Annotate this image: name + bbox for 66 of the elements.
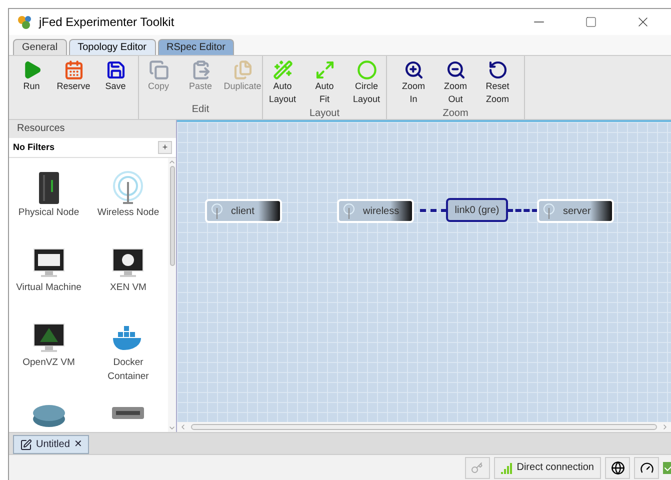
connection-button[interactable]: Direct connection <box>494 456 601 478</box>
filter-label: No Filters <box>13 140 56 154</box>
tab[interactable]: Topology Editor <box>68 39 156 55</box>
add-filter-button[interactable]: + <box>158 141 172 154</box>
magic-wand-icon <box>272 60 292 80</box>
resource-item[interactable]: XEN VM <box>93 281 164 295</box>
group-label: Edit <box>192 103 210 117</box>
node[interactable]: client <box>205 199 282 223</box>
node-label: server <box>563 204 591 218</box>
globe-button[interactable] <box>605 456 630 478</box>
app-logo-icon <box>17 14 33 30</box>
diagonal-arrows-icon <box>314 60 334 80</box>
check-icon <box>663 462 671 474</box>
panel-header: Resources <box>9 120 176 138</box>
resource-item[interactable]: OpenVZ VM <box>14 356 84 370</box>
tab-label: Untitled <box>36 438 70 452</box>
antenna-icon <box>343 203 355 219</box>
window-title: jFed Experimenter Toolkit <box>39 14 174 31</box>
zoom-in-icon <box>404 60 424 80</box>
tab[interactable]: RSpec Editor <box>158 39 234 55</box>
node-label: wireless <box>363 204 400 218</box>
node[interactable]: server <box>537 199 614 223</box>
calendar-icon <box>64 60 84 80</box>
toolbar-button[interactable]: Save <box>96 60 134 93</box>
resource-item[interactable]: Docker Container <box>93 356 164 384</box>
node[interactable]: wireless <box>337 199 414 223</box>
toolbar-button[interactable]: Zoom Out <box>436 60 474 106</box>
group-label: Layout <box>309 107 340 121</box>
paste-icon <box>190 60 210 80</box>
toolbar-button[interactable]: Zoom In <box>394 60 432 106</box>
switch-icon <box>110 407 146 419</box>
gauge-icon <box>640 460 654 474</box>
toolbar-button[interactable]: Auto Fit <box>306 60 344 106</box>
key-icon <box>471 462 484 474</box>
circle-icon <box>356 60 376 80</box>
scroll-up-icon[interactable] <box>168 158 176 166</box>
tab-close[interactable]: ✕ <box>74 437 82 452</box>
maximize-icon[interactable] <box>585 16 597 28</box>
vertical-scrollbar[interactable] <box>168 158 176 432</box>
group-label: Zoom <box>442 107 468 121</box>
antenna-icon <box>211 203 223 219</box>
resource-item[interactable]: Physical Node <box>14 206 84 220</box>
toolbar-button[interactable]: Circle Layout <box>348 60 386 106</box>
toolbar-button[interactable]: Run <box>12 60 50 93</box>
scroll-left-icon[interactable] <box>179 423 187 431</box>
document-tab[interactable]: Untitled ✕ <box>13 435 89 454</box>
tab[interactable]: General <box>13 39 67 55</box>
gauge-button[interactable] <box>634 456 659 478</box>
toolbar-button[interactable]: Reserve <box>54 60 92 93</box>
copy-icon <box>148 60 168 80</box>
scroll-right-icon[interactable] <box>661 423 669 431</box>
node-label: client <box>231 204 254 218</box>
scroll-down-icon[interactable] <box>168 424 176 432</box>
antenna-icon <box>543 203 555 219</box>
link-node[interactable]: link0 (gre) <box>446 198 508 222</box>
toolbar-button[interactable]: Reset Zoom <box>478 60 516 106</box>
toolbar-button[interactable]: Auto Layout <box>264 60 302 106</box>
zoom-out-icon <box>446 60 466 80</box>
key-button[interactable] <box>464 456 490 478</box>
resource-item[interactable]: Virtual Machine <box>14 281 84 295</box>
reset-icon <box>488 60 508 80</box>
resource-item[interactable]: Wireless Node <box>93 206 164 220</box>
globe-icon <box>610 460 624 474</box>
duplicate-icon <box>232 60 252 80</box>
signal-bars-icon <box>500 462 513 474</box>
edit-icon <box>20 438 32 450</box>
